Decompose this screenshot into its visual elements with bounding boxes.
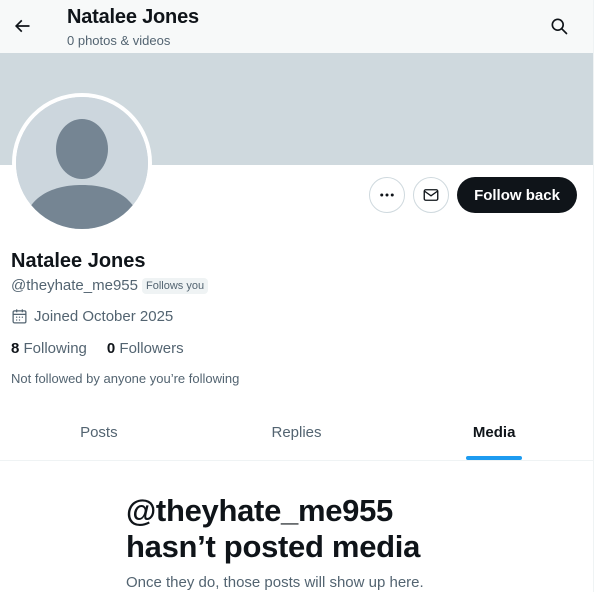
- tab-media[interactable]: Media: [395, 405, 593, 460]
- profile-header-bar: Natalee Jones 0 photos & videos: [0, 0, 594, 53]
- header-media-count: 0 photos & videos: [67, 33, 171, 48]
- mutual-followers-note: Not followed by anyone you’re following: [11, 371, 240, 386]
- more-options-button[interactable]: [369, 177, 405, 213]
- active-tab-indicator: [466, 456, 523, 460]
- follows-you-badge: Follows you: [142, 278, 209, 294]
- following-link[interactable]: 8 Following: [11, 340, 87, 357]
- follow-back-button[interactable]: Follow back: [457, 177, 577, 213]
- tab-label: Media: [472, 424, 516, 441]
- empty-state-subtitle: Once they do, those posts will show up h…: [126, 574, 424, 591]
- search-icon: [551, 18, 568, 35]
- followers-link[interactable]: 0 Followers: [107, 340, 184, 357]
- tab-posts[interactable]: Posts: [0, 405, 198, 460]
- tab-label: Replies: [271, 424, 322, 441]
- envelope-icon: [423, 189, 439, 201]
- empty-state-title: @theyhate_me955 hasn’t posted media: [126, 493, 421, 564]
- following-label: Following: [23, 340, 87, 357]
- default-avatar-icon: [16, 97, 148, 229]
- joined-date: Joined October 2025: [11, 308, 173, 325]
- joined-label: Joined October 2025: [34, 308, 174, 325]
- more-horizontal-icon: [380, 193, 394, 197]
- profile-tabs: Posts Replies Media: [0, 405, 593, 461]
- profile-handle: @theyhate_me955: [11, 277, 138, 294]
- tab-replies[interactable]: Replies: [198, 405, 396, 460]
- back-button[interactable]: [6, 10, 38, 42]
- arrow-left-icon: [14, 19, 30, 33]
- follow-stats: 8 Following 0 Followers: [11, 340, 184, 357]
- search-button[interactable]: [543, 10, 575, 42]
- header-profile-name: Natalee Jones: [67, 6, 199, 28]
- message-button[interactable]: [413, 177, 449, 213]
- following-count: 8: [11, 340, 20, 357]
- calendar-icon: [12, 309, 27, 324]
- followers-label: Followers: [119, 340, 184, 357]
- avatar[interactable]: [12, 93, 152, 233]
- tab-label: Posts: [80, 424, 118, 441]
- followers-count: 0: [106, 340, 116, 357]
- profile-name: Natalee Jones: [11, 250, 146, 272]
